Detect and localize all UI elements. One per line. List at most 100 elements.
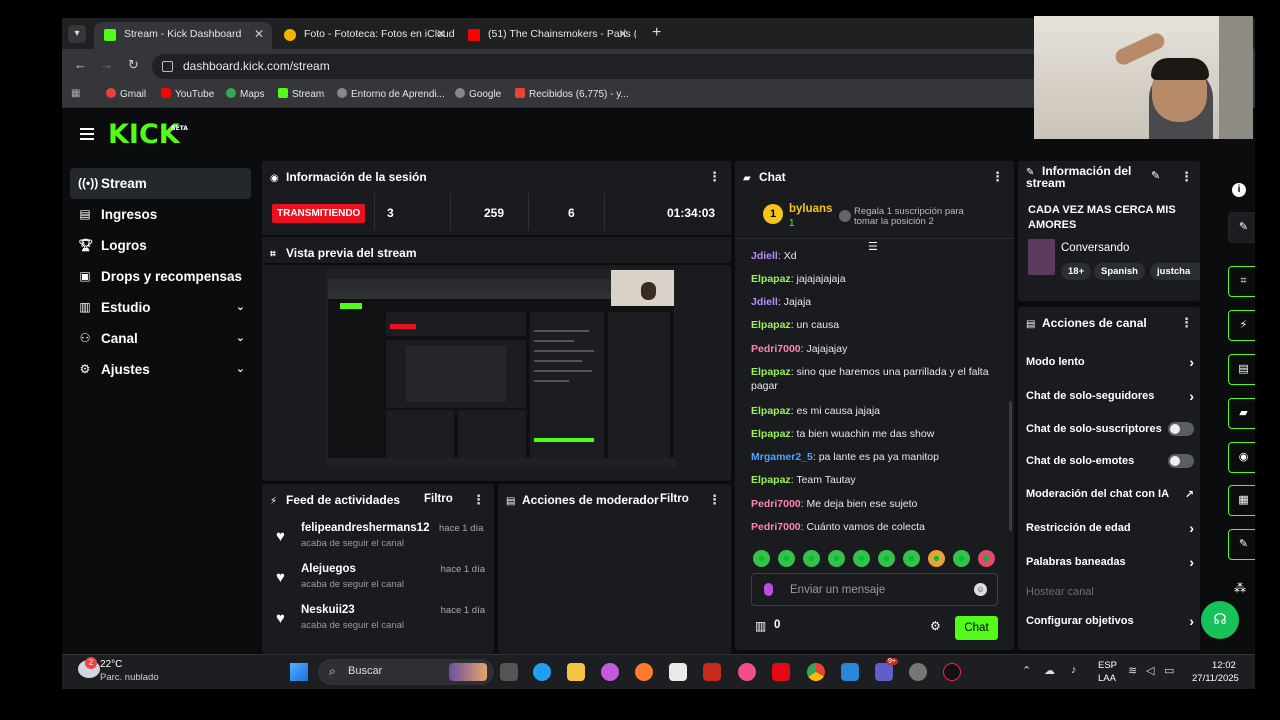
- emote-icon[interactable]: ☻: [778, 550, 795, 567]
- new-tab-icon[interactable]: +: [652, 24, 661, 42]
- emote-icon[interactable]: ☻: [753, 550, 770, 567]
- scan-icon[interactable]: ⌗: [1228, 266, 1255, 297]
- sidebar-item-ingresos[interactable]: ▤ Ingresos: [70, 199, 251, 230]
- sidebar-item-canal[interactable]: ⚇ Canal ⌄: [70, 323, 251, 354]
- chat-scrollbar[interactable]: [1009, 401, 1012, 531]
- emote-icon[interactable]: ☻: [903, 550, 920, 567]
- menu-icon[interactable]: [80, 128, 94, 140]
- top-gifter-name[interactable]: byluans: [789, 203, 832, 215]
- chat-message-input[interactable]: Enviar un mensaje ☺: [751, 573, 998, 606]
- copilot-icon[interactable]: [601, 663, 619, 681]
- feed-user[interactable]: Neskuii23: [301, 604, 355, 616]
- share-icon[interactable]: ⁂: [1234, 581, 1246, 595]
- emote-icon[interactable]: ☻: [928, 550, 945, 567]
- task-view-icon[interactable]: [500, 663, 518, 681]
- forward-icon[interactable]: →: [100, 57, 113, 72]
- tray-chevron-icon[interactable]: ⌃: [1022, 664, 1031, 677]
- store-icon[interactable]: [669, 663, 687, 681]
- broadcast-icon[interactable]: ◉: [1228, 442, 1255, 473]
- bookmark-gmail[interactable]: Gmail: [106, 88, 146, 100]
- close-tab-icon[interactable]: ✕: [618, 22, 628, 47]
- site-info-icon[interactable]: [162, 61, 173, 72]
- teams-icon[interactable]: [875, 663, 893, 681]
- category-thumbnail[interactable]: [1028, 239, 1055, 275]
- chat-settings-icon[interactable]: ⚙: [930, 619, 941, 633]
- document-icon[interactable]: ▤: [1228, 354, 1255, 385]
- bookmark-recibidos[interactable]: Recibidos (6,775) - y...: [515, 88, 629, 100]
- emoji-picker-icon[interactable]: ☺: [974, 583, 987, 596]
- feed-more-icon[interactable]: ⋮: [472, 492, 485, 508]
- bookmark-entorno[interactable]: Entorno de Aprendi...: [337, 88, 445, 100]
- layout-icon[interactable]: ▦: [1228, 485, 1255, 516]
- session-more-icon[interactable]: ⋮: [708, 169, 721, 185]
- app-icon[interactable]: [703, 663, 721, 681]
- file-explorer-icon[interactable]: [567, 663, 585, 681]
- emote-icon[interactable]: ☻: [803, 550, 820, 567]
- reload-icon[interactable]: ↻: [128, 57, 139, 73]
- tab-kick-dashboard[interactable]: Stream - Kick Dashboard ✕: [94, 22, 272, 49]
- firefox-icon[interactable]: [635, 663, 653, 681]
- action-configurar-objetivos[interactable]: Configurar objetivos ›: [1026, 613, 1194, 629]
- info-icon[interactable]: i: [1232, 183, 1246, 197]
- action-moderacion-ia[interactable]: Moderación del chat con IA ↗: [1026, 488, 1194, 501]
- volume-icon[interactable]: ◁: [1146, 664, 1154, 677]
- wrench-icon[interactable]: ✎: [1228, 529, 1255, 560]
- feed-user[interactable]: felipeandreshermans12: [301, 522, 429, 534]
- bookmark-youtube[interactable]: YouTube: [161, 88, 214, 100]
- taskbar-search[interactable]: ⌕ Buscar: [318, 659, 494, 685]
- channel-points-icon[interactable]: ▥: [755, 619, 766, 633]
- feed-user[interactable]: Alejuegos: [301, 563, 356, 575]
- tab-icloud-photos[interactable]: Foto - Fototeca: Fotos en iCloud ✕: [274, 22, 454, 49]
- url-field[interactable]: dashboard.kick.com/stream: [152, 54, 1052, 79]
- pencil-icon[interactable]: ✎: [1228, 212, 1255, 243]
- apps-grid-icon[interactable]: ▦: [71, 88, 80, 99]
- sidebar-item-estudio[interactable]: ▥ Estudio ⌄: [70, 292, 251, 323]
- language-code[interactable]: ESP: [1098, 660, 1117, 671]
- chat-more-icon[interactable]: ⋮: [991, 169, 1004, 185]
- subscribers-only-toggle[interactable]: [1168, 422, 1194, 436]
- sidebar-item-drops[interactable]: ▣ Drops y recompensas: [70, 261, 251, 292]
- microphone-icon[interactable]: [764, 583, 773, 596]
- channel-actions-more-icon[interactable]: ⋮: [1180, 315, 1193, 331]
- clock-date[interactable]: 27/11/2025: [1192, 673, 1239, 684]
- back-icon[interactable]: ←: [74, 57, 87, 72]
- app-icon[interactable]: [841, 663, 859, 681]
- stream-category[interactable]: Conversando: [1061, 242, 1129, 254]
- action-solo-seguidores[interactable]: Chat de solo-seguidores ›: [1026, 388, 1194, 404]
- edit-pencil-icon[interactable]: ✎: [1151, 169, 1160, 182]
- close-tab-icon[interactable]: ✕: [436, 22, 446, 47]
- emote-icon[interactable]: ☻: [953, 550, 970, 567]
- tag-chip[interactable]: justcha: [1150, 263, 1200, 280]
- cloud-icon[interactable]: ☁: [1044, 664, 1055, 677]
- action-restriccion-edad[interactable]: Restricción de edad ›: [1026, 520, 1194, 536]
- netflix-icon[interactable]: [772, 663, 790, 681]
- sidebar-item-ajustes[interactable]: ⚙ Ajustes ⌄: [70, 354, 251, 385]
- close-tab-icon[interactable]: ✕: [254, 22, 264, 47]
- action-modo-lento[interactable]: Modo lento ›: [1026, 354, 1194, 370]
- tiktok-icon[interactable]: [943, 663, 961, 681]
- tab-youtube-chainsmokers[interactable]: (51) The Chainsmokers - Paris ( ✕: [458, 22, 636, 49]
- emotes-only-toggle[interactable]: [1168, 454, 1194, 468]
- stream-info-more-icon[interactable]: ⋮: [1180, 169, 1193, 185]
- tab-search-icon[interactable]: ▾: [68, 25, 86, 43]
- app-icon[interactable]: [909, 663, 927, 681]
- chat-bubble-icon[interactable]: ▰: [1228, 398, 1255, 429]
- send-chat-button[interactable]: Chat: [955, 616, 998, 640]
- bolt-icon[interactable]: ⚡︎: [1228, 310, 1255, 341]
- tag-chip[interactable]: 18+: [1061, 263, 1092, 280]
- moderator-more-icon[interactable]: ⋮: [708, 492, 721, 508]
- windows-start-icon[interactable]: [290, 663, 308, 681]
- chrome-icon[interactable]: [807, 663, 825, 681]
- bookmark-stream[interactable]: Stream: [278, 88, 324, 100]
- bookmark-google[interactable]: Google: [455, 88, 501, 100]
- emote-icon[interactable]: ☻: [853, 550, 870, 567]
- wifi-icon[interactable]: ≋: [1128, 664, 1137, 677]
- sidebar-item-logros[interactable]: 🏆︎ Logros: [70, 230, 251, 261]
- support-headset-icon[interactable]: ☊: [1201, 601, 1239, 639]
- emote-icon[interactable]: ☻: [978, 550, 995, 567]
- moderator-filter-button[interactable]: Filtro: [660, 493, 689, 505]
- stream-preview-video[interactable]: [327, 269, 675, 467]
- bookmark-maps[interactable]: Maps: [226, 88, 264, 100]
- gift-prompt[interactable]: Regala 1 suscripción para tomar la posic…: [854, 207, 974, 227]
- action-palabras-baneadas[interactable]: Palabras baneadas ›: [1026, 554, 1194, 570]
